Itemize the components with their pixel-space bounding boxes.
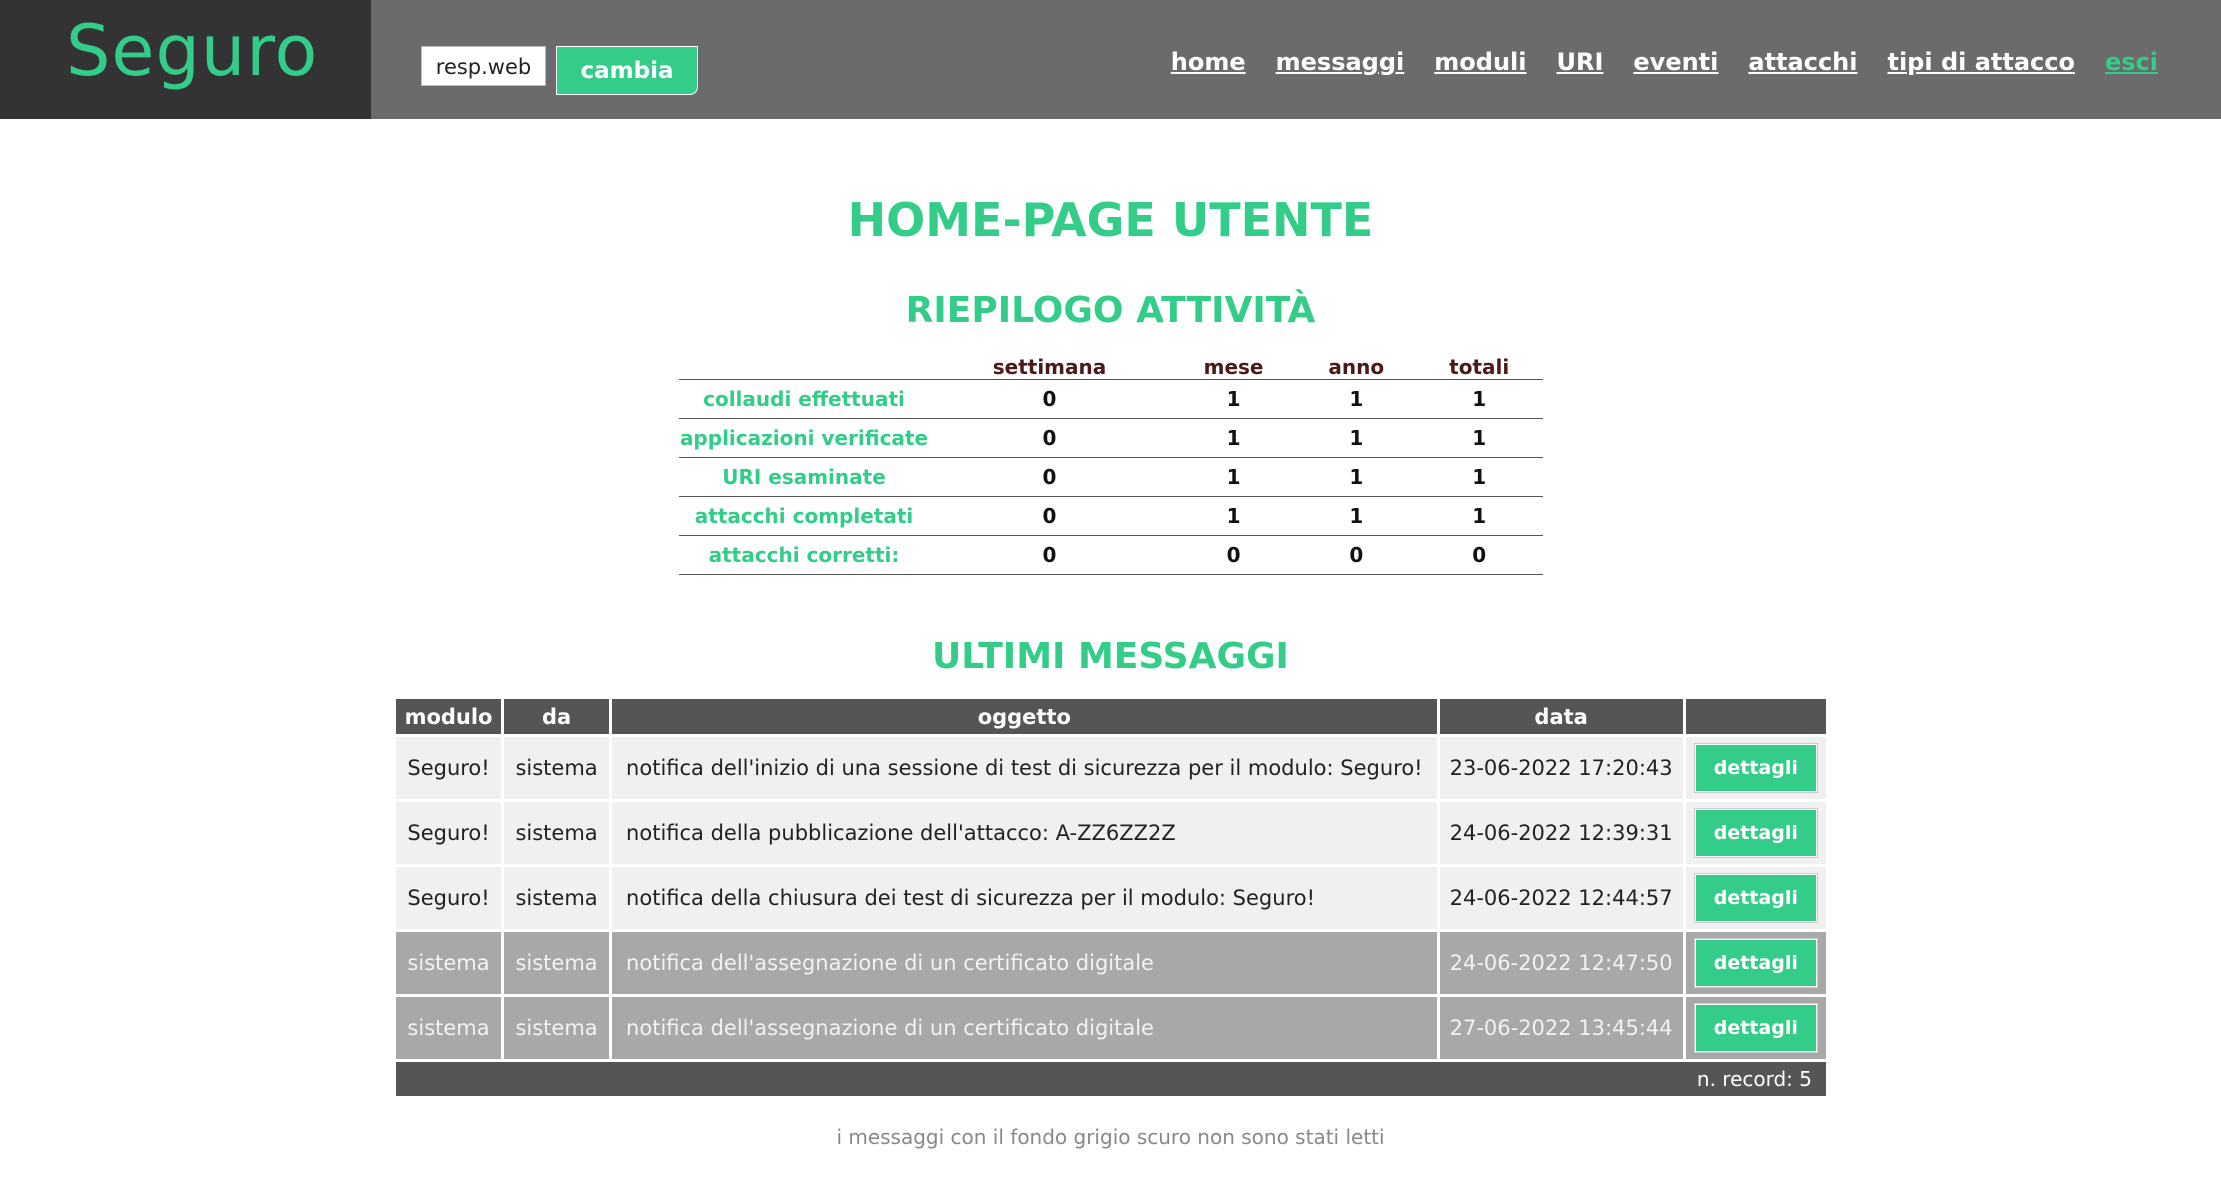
summary-cell: 1: [1415, 457, 1543, 497]
message-da: sistema: [504, 737, 610, 799]
summary-table: settimana mese anno totali collaudi effe…: [679, 345, 1543, 575]
details-button[interactable]: dettagli: [1694, 939, 1817, 987]
message-data: 24-06-2022 12:47:50: [1439, 932, 1683, 994]
col-header-settimana: settimana: [992, 355, 1107, 379]
col-header-anno: anno: [1328, 355, 1385, 379]
page-title: HOME-PAGE UTENTE: [847, 193, 1374, 247]
summary-cell: 1: [1297, 457, 1416, 497]
messages-table: modulo da oggetto data Seguro! sistema n…: [393, 696, 1829, 1099]
summary-row-label: collaudi effettuati: [679, 379, 929, 419]
message-da: sistema: [504, 867, 610, 929]
col-header-da[interactable]: da: [504, 699, 610, 734]
nav-esci[interactable]: esci: [2105, 48, 2158, 76]
summary-header-row: settimana mese anno totali: [679, 345, 1543, 380]
col-header-totali: totali: [1449, 355, 1510, 379]
message-oggetto: notifica dell'inizio di una sessione di …: [612, 737, 1437, 799]
details-button[interactable]: dettagli: [1694, 744, 1817, 792]
summary-title: RIEPILOGO ATTIVITÀ: [905, 290, 1316, 331]
message-oggetto: notifica dell'assegnazione di un certifi…: [612, 932, 1437, 994]
summary-cell: 1: [1170, 418, 1298, 458]
message-data: 24-06-2022 12:39:31: [1439, 802, 1683, 864]
message-row: Seguro! sistema notifica della chiusura …: [396, 867, 1826, 929]
nav-home[interactable]: home: [1171, 48, 1246, 76]
messages-title: ULTIMI MESSAGGI: [932, 636, 1289, 677]
summary-cell: 1: [1170, 457, 1298, 497]
summary-cell: 0: [929, 418, 1170, 458]
summary-cell: 1: [1170, 379, 1298, 419]
col-header-mese: mese: [1203, 355, 1264, 379]
summary-row: attacchi completati 0 1 1 1: [679, 496, 1543, 536]
summary-cell: 1: [1297, 496, 1416, 536]
nav-tipi-di-attacco[interactable]: tipi di attacco: [1887, 48, 2075, 76]
role-field[interactable]: resp.web: [421, 46, 546, 86]
summary-cell: 0: [1297, 535, 1416, 575]
summary-row: applicazioni verificate 0 1 1 1: [679, 418, 1543, 458]
message-row: Seguro! sistema notifica della pubblicaz…: [396, 802, 1826, 864]
message-da: sistema: [504, 802, 610, 864]
message-row-unread: sistema sistema notifica dell'assegnazio…: [396, 932, 1826, 994]
message-actions: dettagli: [1685, 802, 1826, 864]
details-button[interactable]: dettagli: [1694, 1004, 1817, 1052]
nav-uri[interactable]: URI: [1556, 48, 1603, 76]
main-nav: home messaggi moduli URI eventi attacchi…: [1171, 48, 2158, 76]
nav-messaggi[interactable]: messaggi: [1276, 48, 1405, 76]
message-modulo: Seguro!: [396, 737, 502, 799]
record-count: n. record: 5: [396, 1062, 1826, 1096]
unread-note: i messaggi con il fondo grigio scuro non…: [836, 1125, 1385, 1149]
message-data: 27-06-2022 13:45:44: [1439, 997, 1683, 1059]
summary-cell: 1: [1170, 496, 1298, 536]
summary-row-label: attacchi completati: [679, 496, 929, 536]
message-data: 23-06-2022 17:20:43: [1439, 737, 1683, 799]
summary-row: URI esaminate 0 1 1 1: [679, 457, 1543, 497]
message-data: 24-06-2022 12:44:57: [1439, 867, 1683, 929]
summary-cell: 0: [1170, 535, 1298, 575]
message-actions: dettagli: [1685, 867, 1826, 929]
message-modulo: Seguro!: [396, 802, 502, 864]
message-actions: dettagli: [1685, 997, 1826, 1059]
summary-cell: 1: [1297, 379, 1416, 419]
summary-cell: 0: [929, 496, 1170, 536]
messages-header-row: modulo da oggetto data: [396, 699, 1826, 734]
top-header: Seguro resp.web cambia home messaggi mod…: [0, 0, 2221, 119]
col-header-oggetto[interactable]: oggetto: [612, 699, 1437, 734]
nav-attacchi[interactable]: attacchi: [1748, 48, 1857, 76]
summary-cell: 1: [1415, 496, 1543, 536]
summary-row: collaudi effettuati 0 1 1 1: [679, 379, 1543, 419]
col-header-actions: [1685, 699, 1826, 734]
summary-row-label: URI esaminate: [679, 457, 929, 497]
brand-area: Seguro: [0, 0, 371, 119]
messages-footer-row: n. record: 5: [396, 1062, 1826, 1096]
message-row: Seguro! sistema notifica dell'inizio di …: [396, 737, 1826, 799]
change-role-button[interactable]: cambia: [556, 46, 698, 95]
nav-moduli[interactable]: moduli: [1434, 48, 1526, 76]
message-da: sistema: [504, 932, 610, 994]
message-row-unread: sistema sistema notifica dell'assegnazio…: [396, 997, 1826, 1059]
summary-cell: 0: [929, 457, 1170, 497]
summary-cell: 1: [1415, 379, 1543, 419]
message-oggetto: notifica della pubblicazione dell'attacc…: [612, 802, 1437, 864]
message-oggetto: notifica dell'assegnazione di un certifi…: [612, 997, 1437, 1059]
message-oggetto: notifica della chiusura dei test di sicu…: [612, 867, 1437, 929]
summary-cell: 1: [1415, 418, 1543, 458]
summary-row-label: applicazioni verificate: [679, 418, 929, 458]
details-button[interactable]: dettagli: [1694, 874, 1817, 922]
summary-row-label: attacchi corretti:: [679, 535, 929, 575]
summary-cell: 1: [1297, 418, 1416, 458]
message-modulo: sistema: [396, 932, 502, 994]
brand-logo[interactable]: Seguro: [66, 10, 318, 92]
col-header-data[interactable]: data: [1439, 699, 1683, 734]
summary-cell: 0: [1415, 535, 1543, 575]
summary-row: attacchi corretti: 0 0 0 0: [679, 535, 1543, 575]
message-actions: dettagli: [1685, 932, 1826, 994]
message-da: sistema: [504, 997, 610, 1059]
nav-eventi[interactable]: eventi: [1633, 48, 1718, 76]
col-header-modulo[interactable]: modulo: [396, 699, 502, 734]
message-modulo: sistema: [396, 997, 502, 1059]
summary-cell: 0: [929, 535, 1170, 575]
summary-cell: 0: [929, 379, 1170, 419]
summary-corner: [679, 345, 929, 380]
message-actions: dettagli: [1685, 737, 1826, 799]
message-modulo: Seguro!: [396, 867, 502, 929]
details-button[interactable]: dettagli: [1694, 809, 1817, 857]
